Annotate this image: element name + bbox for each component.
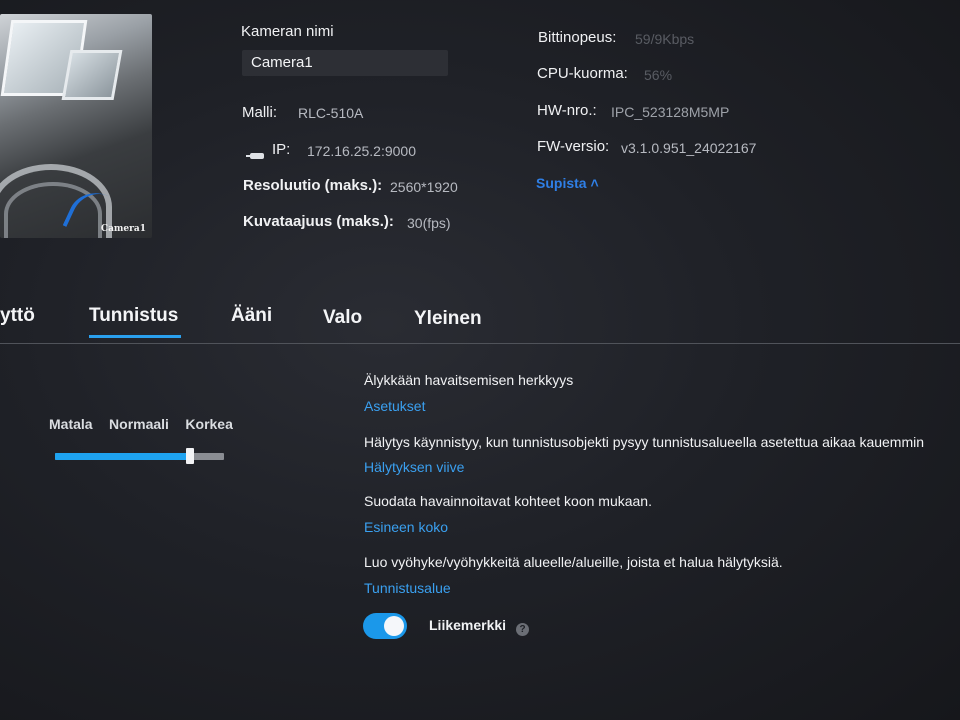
settings-link[interactable]: Asetukset [364,398,425,414]
help-icon[interactable]: ? [516,619,529,637]
level-low-label: Matala [49,416,93,432]
tab-light[interactable]: Valo [323,307,362,329]
alarm-delay-link[interactable]: Hälytyksen viive [364,459,464,475]
model-label: Malli: [242,104,278,121]
motion-mark-toggle[interactable] [363,613,407,639]
framerate-label: Kuvataajuus (maks.): [243,213,394,230]
bitrate-label: Bittinopeus: [538,29,617,46]
framerate-value: 30(fps) [407,215,451,231]
fw-label: FW-versio: [537,138,610,155]
sensitivity-levels: Matala Normaali Korkea [49,416,245,434]
resolution-value: 2560*1920 [390,179,458,195]
level-normal-label: Normaali [109,416,169,432]
bitrate-value: 59/9Kbps [635,31,695,47]
preview-caption: Camera1 [100,224,146,234]
model-value: RLC-510A [298,105,364,121]
fw-value: v3.1.0.951_24022167 [621,140,757,156]
tabs-divider [0,343,960,344]
ip-icon [246,146,264,164]
object-size-description: Suodata havainnoitavat kohteet koon muka… [364,493,652,509]
cpu-label: CPU-kuorma: [537,65,628,82]
smart-sensitivity-title: Älykkään havaitsemisen herkkyys [364,372,574,388]
tab-detection[interactable]: Tunnistus [89,305,178,327]
hw-value: IPC_523128M5MP [611,104,730,120]
collapse-link[interactable]: Supista ˄ [536,175,599,191]
camera-preview[interactable]: Camera1 [0,14,152,238]
sensitivity-slider-fill [55,453,190,460]
object-size-link[interactable]: Esineen koko [364,519,448,535]
tab-display[interactable]: yttö [0,305,35,327]
resolution-label: Resoluutio (maks.): [243,177,383,194]
camera-name-label: Kameran nimi [241,23,334,40]
camera-name-input[interactable]: Camera1 [242,50,448,76]
active-tab-indicator [89,335,181,338]
hw-label: HW-nro.: [537,102,597,119]
detection-zone-link[interactable]: Tunnistusalue [364,580,451,596]
alarm-delay-description: Hälytys käynnistyy, kun tunnistusobjekti… [364,434,925,450]
level-high-label: Korkea [185,416,233,432]
preview-window-shape [61,50,123,100]
toggle-knob [384,616,404,636]
motion-mark-label: Liikemerkki [429,617,507,633]
ip-value: 172.16.25.2:9000 [307,143,416,159]
ip-label: IP: [272,141,291,158]
tab-audio[interactable]: Ääni [231,305,272,327]
zone-description: Luo vyöhyke/vyöhykkeitä alueelle/alueill… [364,554,783,570]
tab-general[interactable]: Yleinen [414,308,482,330]
sensitivity-slider-thumb[interactable] [186,448,194,464]
cpu-value: 56% [644,67,673,83]
